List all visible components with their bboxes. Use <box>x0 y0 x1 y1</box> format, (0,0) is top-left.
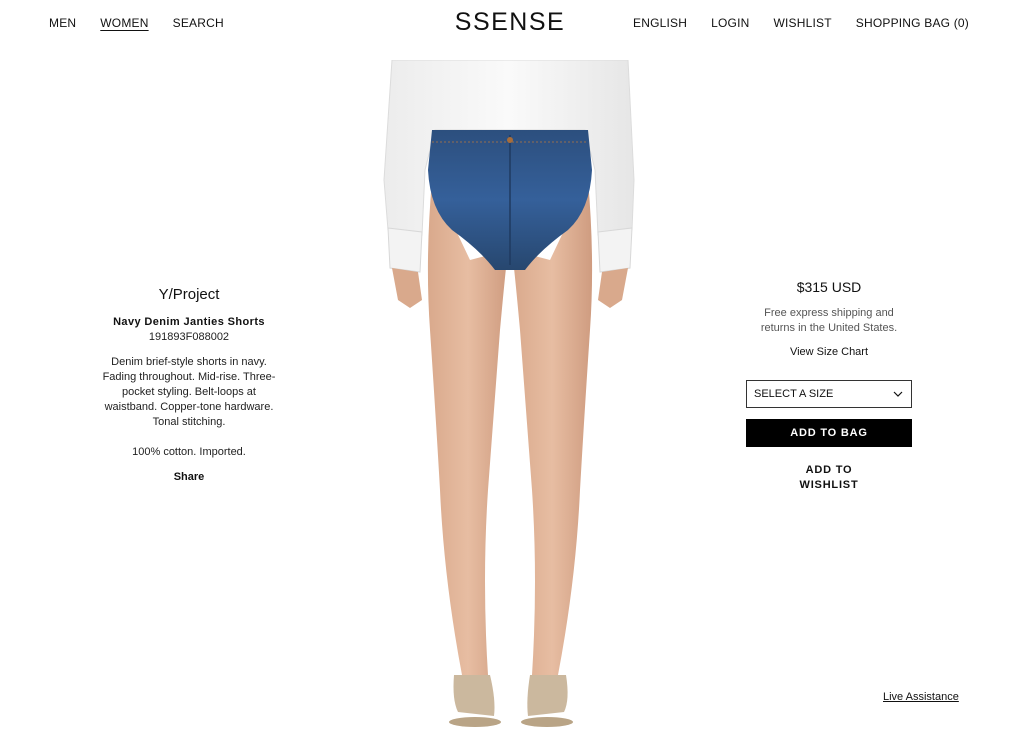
add-to-bag-button[interactable]: ADD TO BAG <box>746 419 912 447</box>
size-select[interactable]: SELECT A SIZE <box>746 380 912 408</box>
nav-language[interactable]: ENGLISH <box>633 16 687 30</box>
chevron-down-icon <box>893 391 903 397</box>
product-composition: 100% cotton. Imported. <box>132 446 246 458</box>
brand-name[interactable]: Y/Project <box>100 285 278 305</box>
nav-wishlist[interactable]: WISHLIST <box>773 16 831 30</box>
product-image <box>383 60 635 727</box>
share-link[interactable]: Share <box>100 470 278 485</box>
purchase-panel: $315 USD Free express shipping and retur… <box>746 277 912 493</box>
product-name: Navy Denim Janties Shorts <box>113 316 265 328</box>
add-to-wishlist-button[interactable]: ADD TO WISHLIST <box>789 463 869 493</box>
size-chart-link[interactable]: View Size Chart <box>746 345 912 360</box>
size-select-label: SELECT A SIZE <box>754 387 834 400</box>
live-assistance-link[interactable]: Live Assistance <box>883 691 959 703</box>
product-sku: 191893F088002 <box>148 331 230 343</box>
product-info: Y/Project Navy Denim Janties Shorts 1918… <box>100 285 278 485</box>
product-description: Denim brief-style shorts in navy. Fading… <box>102 356 276 428</box>
account-nav: ENGLISH LOGIN WISHLIST SHOPPING BAG (0) <box>633 16 969 30</box>
shipping-note: Free express shipping and returns in the… <box>760 307 898 334</box>
product-price: $315 USD <box>796 279 862 295</box>
nav-shopping-bag[interactable]: SHOPPING BAG (0) <box>856 16 969 30</box>
nav-login[interactable]: LOGIN <box>711 16 749 30</box>
